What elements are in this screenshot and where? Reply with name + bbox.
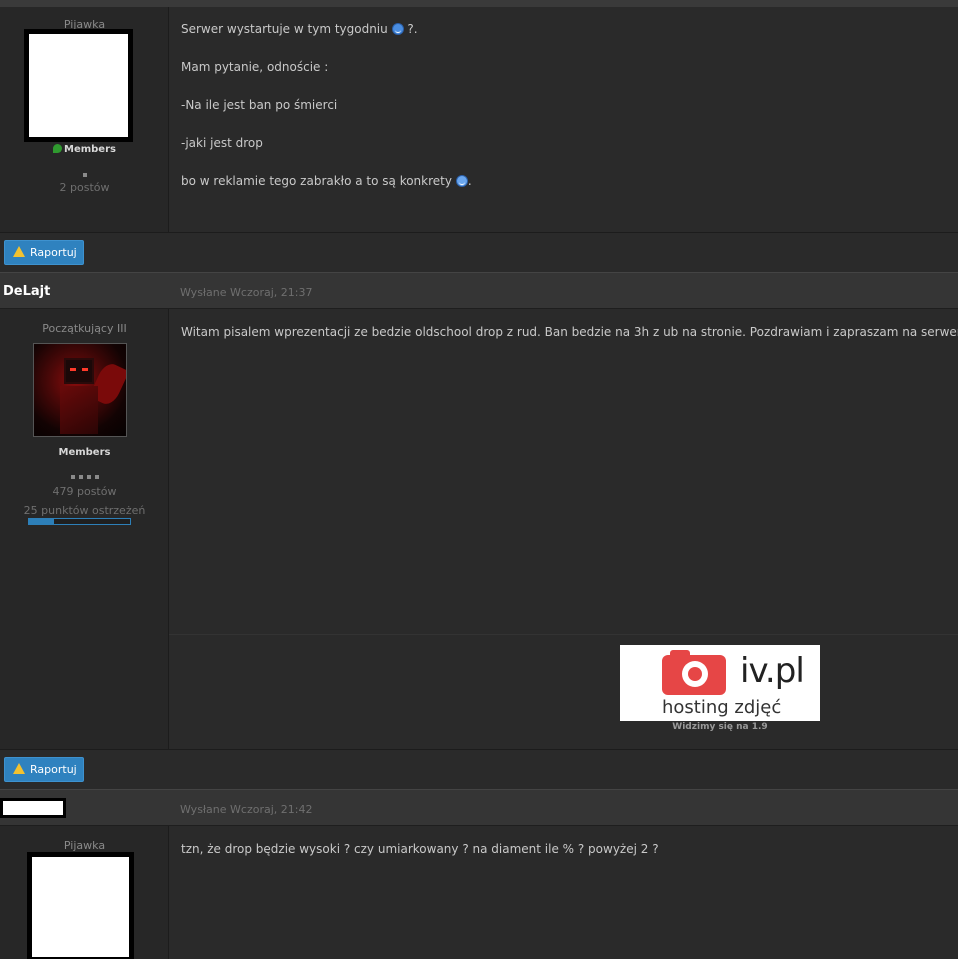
warning-bar-fill xyxy=(29,519,55,524)
author-rank: Początkujący III xyxy=(42,322,127,335)
rank-pips xyxy=(0,166,169,180)
author-panel: Pijawka Members 2 postów xyxy=(0,7,169,232)
laugh-icon xyxy=(455,175,468,187)
warning-points[interactable]: 25 punktów ostrzeżeń xyxy=(0,504,169,517)
report-button[interactable]: Raportuj xyxy=(4,240,84,265)
group-label: Members xyxy=(0,144,169,155)
warning-bar xyxy=(28,518,131,525)
group-icon xyxy=(53,144,62,153)
signature-caption: Widzimy się na 1.9 xyxy=(672,722,768,732)
post-1: Pijawka Members 2 postów Serwer wystartu… xyxy=(0,7,958,232)
post-text: Witam pisalem wprezentacji ze bedzie old… xyxy=(181,325,958,339)
signature-separator xyxy=(169,634,958,635)
banner-iv-text: iv.pl xyxy=(740,651,805,691)
banner-host-text: hosting zdjęć xyxy=(662,697,782,718)
post-2-header: DeLajt Wysłane Wczoraj, 21:37 xyxy=(0,272,958,309)
author-rank: Pijawka xyxy=(63,839,106,852)
signature-banner[interactable]: iv.pl hosting zdjęć xyxy=(620,645,820,721)
post-content: Witam pisalem wprezentacji ze bedzie old… xyxy=(169,309,958,749)
avatar[interactable] xyxy=(27,852,134,959)
post-text: tzn, że drop będzie wysoki ? czy umiarko… xyxy=(181,842,659,856)
warning-icon xyxy=(13,246,25,257)
top-bar xyxy=(0,0,958,7)
post-3: Pijawka tzn, że drop będzie wysoki ? czy… xyxy=(0,826,958,959)
post-line: -jaki jest drop xyxy=(181,136,263,150)
author-panel: Pijawka xyxy=(0,826,169,959)
post-date: Wysłane Wczoraj, 21:37 xyxy=(180,286,313,299)
post-count: 2 postów xyxy=(59,181,110,194)
author-name[interactable]: DeLajt xyxy=(3,284,50,299)
group-label: Members xyxy=(58,447,111,458)
post-line: Serwer wystartuje w tym tygodniu ?. xyxy=(181,22,418,36)
post-line: Mam pytanie, odnoście : xyxy=(181,60,329,74)
post-2: Początkujący III Members 479 postów 25 p… xyxy=(0,309,958,749)
author-name-redacted[interactable] xyxy=(0,798,66,818)
author-panel: Początkujący III Members 479 postów 25 p… xyxy=(0,309,169,749)
post-content: Serwer wystartuje w tym tygodniu ?. Mam … xyxy=(169,7,958,232)
post-count: 479 postów xyxy=(52,485,117,498)
post-line: bo w reklamie tego zabrakło a to są konk… xyxy=(181,174,472,188)
avatar[interactable] xyxy=(33,343,127,437)
post-3-header: Wysłane Wczoraj, 21:42 xyxy=(0,789,958,826)
avatar[interactable] xyxy=(24,29,133,142)
post-content: tzn, że drop będzie wysoki ? czy umiarko… xyxy=(169,826,958,959)
smile-icon xyxy=(391,23,404,35)
post-2-actions: Raportuj xyxy=(0,749,958,789)
report-button[interactable]: Raportuj xyxy=(4,757,84,782)
rank-pips xyxy=(0,468,169,482)
post-date: Wysłane Wczoraj, 21:42 xyxy=(180,803,313,816)
post-line: -Na ile jest ban po śmierci xyxy=(181,98,338,112)
warning-icon xyxy=(13,763,25,774)
post-1-actions: Raportuj xyxy=(0,232,958,272)
